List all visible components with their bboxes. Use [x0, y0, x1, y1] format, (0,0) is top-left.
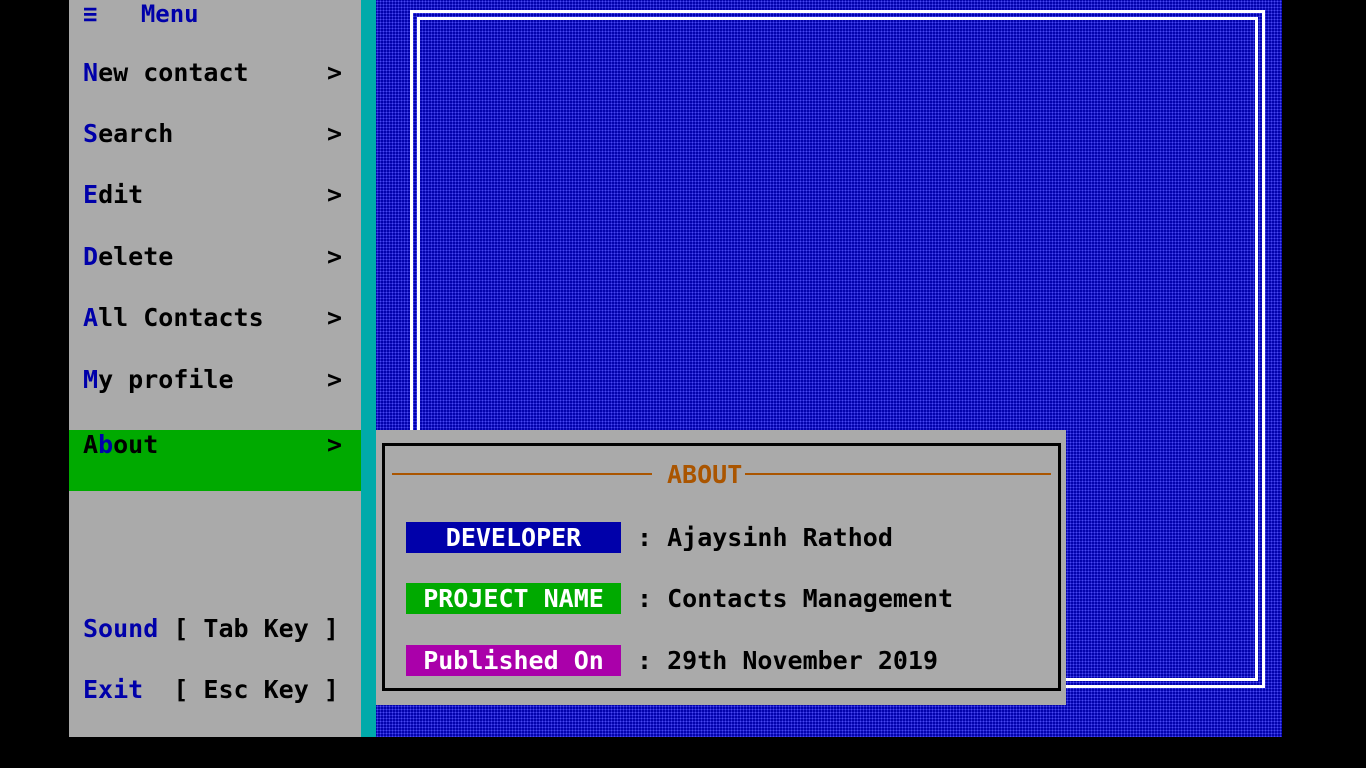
menu-item-all-contacts[interactable]: All Contacts >	[69, 291, 361, 352]
exit-label: Exit	[83, 675, 144, 704]
menu-item-about[interactable]: About >	[69, 430, 361, 491]
project-name-value: : Contacts Management	[637, 584, 954, 613]
menu-header[interactable]: ≡ Menu	[83, 0, 199, 30]
menu-item-label: About	[83, 430, 159, 459]
exit-key-hint: [ Esc Key ]	[173, 675, 339, 704]
chevron-right-icon: >	[327, 180, 343, 209]
about-title: ABOUT	[667, 460, 743, 489]
sound-label: Sound	[83, 614, 159, 643]
menu-item-edit[interactable]: Edit >	[69, 168, 361, 229]
menu-item-new-contact[interactable]: New contact >	[69, 46, 361, 107]
published-on-tag: Published On	[406, 645, 621, 676]
menu-title: Menu	[140, 0, 199, 28]
menu-item-delete[interactable]: Delete >	[69, 230, 361, 291]
developer-tag: DEVELOPER	[406, 522, 621, 553]
chevron-right-icon: >	[327, 58, 343, 87]
exit-button[interactable]: Exit [ Esc Key ]	[83, 675, 339, 705]
menu-item-label: My profile	[83, 365, 234, 394]
sound-toggle[interactable]: Sound [ Tab Key ]	[83, 614, 339, 644]
menu-item-my-profile[interactable]: My profile >	[69, 353, 361, 414]
menu-item-label: Search	[83, 119, 174, 148]
menu-item-label: Delete	[83, 242, 174, 271]
project-name-tag: PROJECT NAME	[406, 583, 621, 614]
chevron-right-icon: >	[327, 430, 343, 459]
about-title-rule-left	[392, 473, 652, 475]
menu-item-search[interactable]: Search >	[69, 107, 361, 168]
hamburger-icon: ≡	[83, 0, 98, 28]
menu-item-label: Edit	[83, 180, 144, 209]
menu-item-label: All Contacts	[83, 303, 264, 332]
published-on-value: : 29th November 2019	[637, 646, 939, 675]
sidebar-divider	[361, 0, 376, 737]
sound-key-hint: [ Tab Key ]	[173, 614, 339, 643]
chevron-right-icon: >	[327, 242, 343, 271]
developer-value: : Ajaysinh Rathod	[637, 523, 893, 552]
chevron-right-icon: >	[327, 119, 343, 148]
chevron-right-icon: >	[327, 303, 343, 332]
menu-item-label: New contact	[83, 58, 249, 87]
chevron-right-icon: >	[327, 365, 343, 394]
about-title-rule-right	[745, 473, 1051, 475]
